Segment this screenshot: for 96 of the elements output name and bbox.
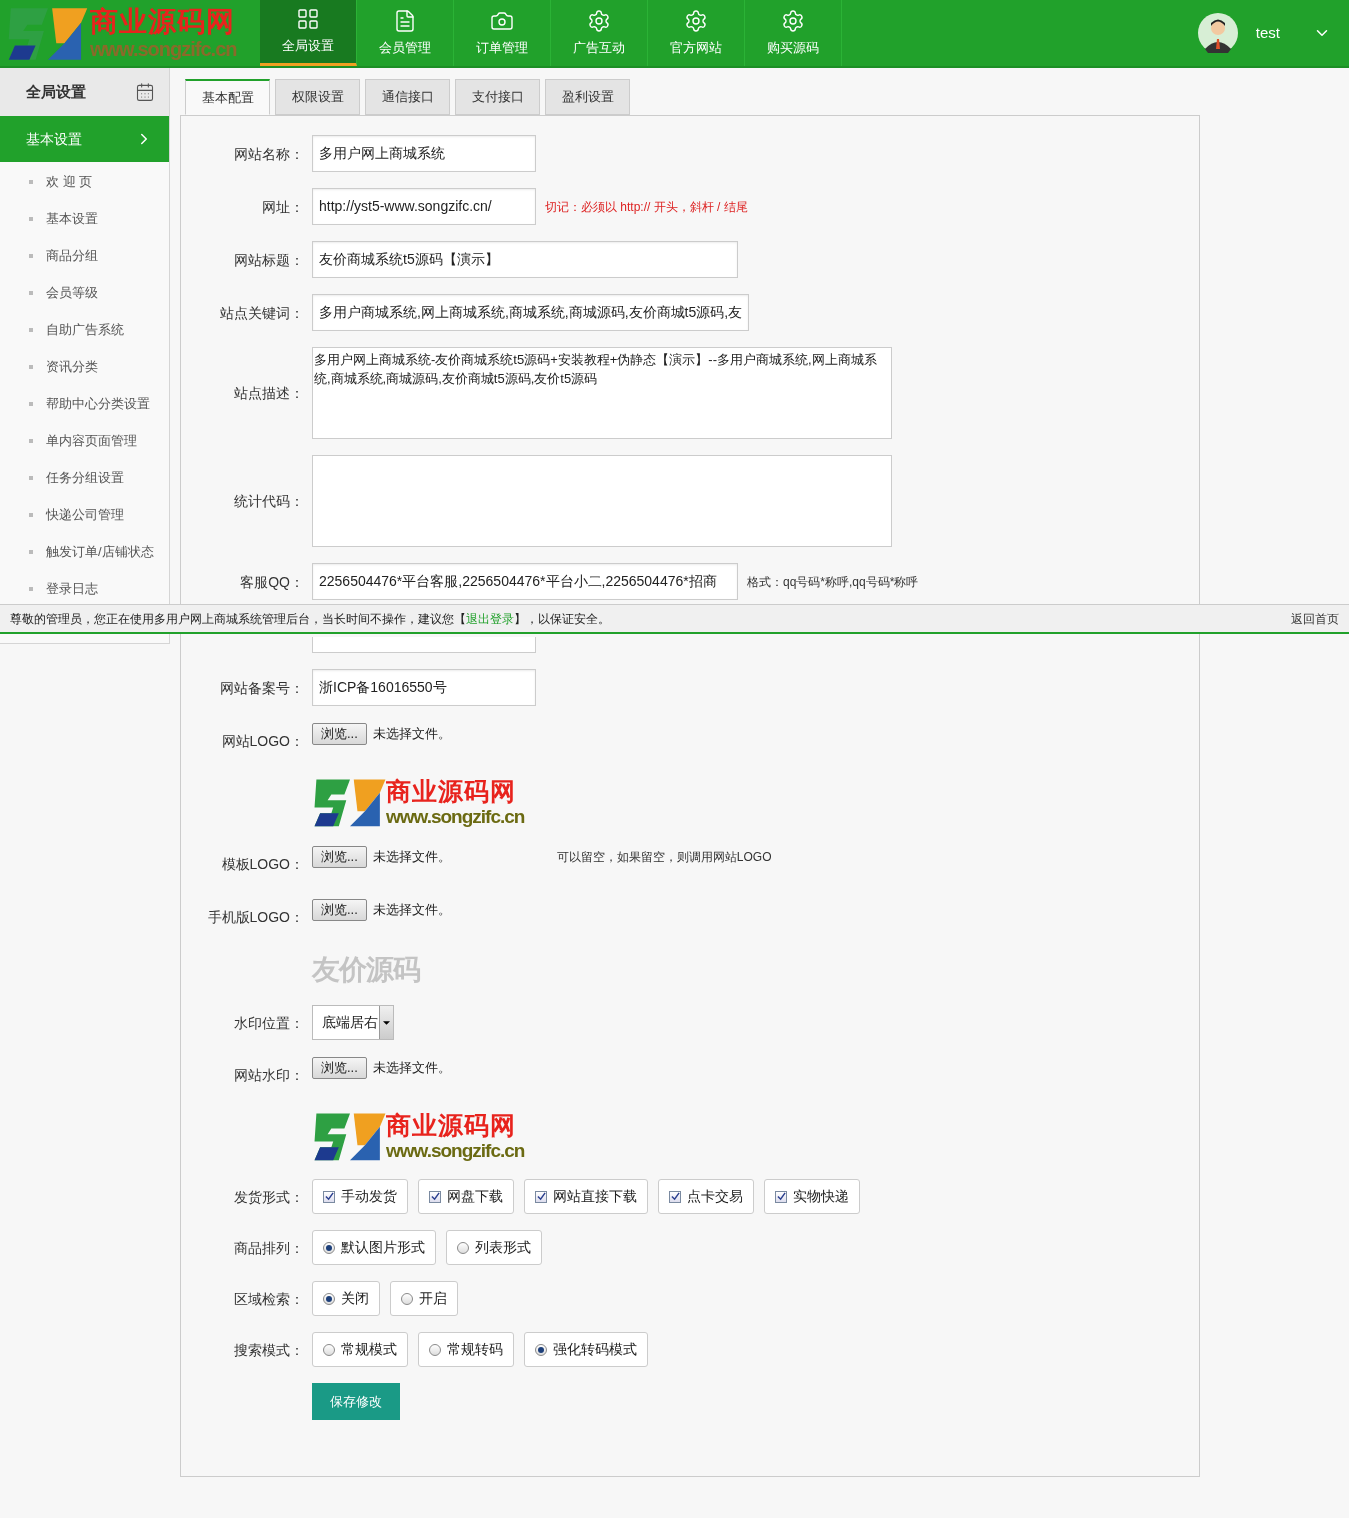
sidebar-item[interactable]: 资讯分类 (46, 356, 98, 377)
logo-url: www.songzifc.cn (386, 1140, 525, 1160)
browse-button[interactable]: 浏览... (312, 723, 367, 745)
tab[interactable]: 基本配置 (185, 79, 270, 115)
nav-icon (781, 8, 805, 33)
file-status: 未选择文件。 (372, 725, 451, 744)
file-status: 未选择文件。 (372, 1059, 451, 1078)
sidebar-item[interactable]: 商品分组 (46, 245, 98, 266)
field-label: 站点关键词： (220, 304, 304, 321)
text-input[interactable]: http://yst5-www.songzifc.cn/ (312, 188, 536, 225)
field-label: 网站标题： (234, 251, 304, 268)
field-label: 发货形式： (234, 1188, 304, 1205)
text-input[interactable]: 友价商城系统t5源码【演示】 (312, 241, 738, 278)
field-label: 站点描述： (234, 385, 304, 401)
logo-url: www.songzifc.cn (386, 806, 525, 826)
radio-button[interactable] (401, 1292, 413, 1305)
sidebar-item[interactable]: 登录日志 (46, 578, 98, 599)
sidebar-item[interactable]: 快递公司管理 (46, 504, 124, 525)
sidebar-item[interactable]: 触发订单/店铺状态 (46, 541, 154, 562)
checkbox-option[interactable]: 手动发货 (312, 1179, 408, 1214)
sidebar-title: 全局设置 (26, 81, 86, 102)
file-status: 未选择文件。 (372, 848, 451, 867)
radio-button[interactable] (323, 1292, 335, 1305)
sidebar-item[interactable]: 会员等级 (46, 282, 98, 303)
browse-button[interactable]: 浏览... (312, 1057, 367, 1079)
browse-button[interactable]: 浏览... (312, 899, 367, 921)
browse-button[interactable]: 浏览... (312, 846, 367, 868)
notice-text: 尊敬的管理员，您正在使用多用户网上商城系统管理后台，当长时间不操作，建议您【退出登录】，以保证安全。 (10, 610, 610, 628)
sidebar-item[interactable]: 自助广告系统 (46, 319, 124, 340)
field-label: 统计代码： (234, 493, 304, 509)
field-label: 商品排列： (234, 1239, 304, 1256)
sidebar-item[interactable]: 基本设置 (46, 208, 98, 229)
home-link[interactable]: 返回首页 (1291, 609, 1339, 628)
field-label: 网站名称： (234, 145, 304, 162)
radio-option[interactable]: 默认图片形式 (312, 1230, 436, 1265)
field-warning: 切记：必须以 http:// 开头，斜杆 / 结尾 (545, 198, 748, 216)
tab[interactable]: 权限设置 (275, 79, 360, 115)
nav-icon (296, 7, 320, 32)
field-label: 水印位置： (234, 1014, 304, 1031)
calendar-icon (135, 82, 155, 102)
text-input[interactable] (312, 637, 536, 653)
nav-icon (684, 8, 708, 33)
checkbox[interactable] (429, 1190, 441, 1203)
checkbox-option[interactable]: 网站直接下载 (524, 1179, 648, 1214)
field-label: 客服QQ： (240, 573, 304, 590)
nav-tab[interactable]: 全局设置 (260, 0, 357, 66)
field-label: 网址： (262, 198, 304, 215)
field-label: 搜索模式： (234, 1341, 304, 1358)
checkbox[interactable] (323, 1190, 335, 1203)
radio-button[interactable] (323, 1343, 335, 1356)
sidebar-item[interactable]: 单内容页面管理 (46, 430, 137, 451)
checkbox[interactable] (535, 1190, 547, 1203)
field-hint: 格式：qq号码*称呼,qq号码*称呼 (747, 573, 919, 591)
checkbox-option[interactable]: 实物快递 (764, 1179, 860, 1214)
field-label: 网站水印： (234, 1066, 304, 1083)
logo-title: 商业源码网 (386, 1112, 517, 1138)
field-label: 网站备案号： (220, 679, 304, 696)
tab[interactable]: 支付接口 (455, 79, 540, 115)
radio-button[interactable] (323, 1241, 335, 1254)
radio-option[interactable]: 关闭 (312, 1281, 380, 1316)
logo-url: www.songzifc.cn (90, 38, 237, 59)
radio-option[interactable]: 常规模式 (312, 1332, 408, 1367)
text-input[interactable]: 浙ICP备16016550号 (312, 669, 536, 706)
nav-icon (587, 8, 611, 33)
text-input[interactable]: 2256504476*平台客服,2256504476*平台小二,2256504476*招商 (312, 563, 738, 600)
avatar-icon (1197, 13, 1238, 53)
field-label: 区域检索： (234, 1290, 304, 1307)
sidebar-item[interactable]: 帮助中心分类设置 (46, 393, 150, 414)
radio-option[interactable]: 常规转码 (418, 1332, 514, 1367)
radio-option[interactable]: 列表形式 (446, 1230, 542, 1265)
caret-icon (383, 1020, 390, 1025)
select-dropdown[interactable]: 底端居右 (312, 1005, 394, 1040)
logo-title: 商业源码网 (90, 7, 236, 36)
field-label: 网站LOGO： (221, 732, 304, 749)
text-input[interactable]: 多用户商城系统,网上商城系统,商城系统,商城源码,友价商城t5源码,友 (312, 294, 750, 331)
radio-button[interactable] (429, 1343, 441, 1356)
file-status: 未选择文件。 (372, 901, 451, 920)
checkbox-option[interactable]: 网盘下载 (418, 1179, 514, 1214)
checkbox[interactable] (775, 1190, 787, 1203)
tab[interactable]: 通信接口 (365, 79, 450, 115)
radio-button[interactable] (457, 1241, 469, 1254)
checkbox-option[interactable]: 点卡交易 (658, 1179, 754, 1214)
radio-option[interactable]: 强化转码模式 (524, 1332, 648, 1367)
tab[interactable]: 盈利设置 (545, 79, 630, 115)
logo-title: 商业源码网 (386, 778, 517, 804)
sidebar-item[interactable]: 欢 迎 页 (46, 171, 93, 192)
text-input[interactable]: 多用户网上商城系统 (312, 135, 536, 172)
text-area[interactable]: 多用户网上商城系统-友价商城系统t5源码+安装教程+伪静态【演示】--多用户商城系统,网上商城系统,商城系统,商城源码,友价商城t5源码,友价t5源码 (312, 347, 892, 439)
field-label: 模板LOGO： (221, 855, 304, 872)
radio-button[interactable] (535, 1343, 547, 1356)
sidebar-item[interactable]: 任务分组设置 (46, 467, 124, 488)
checkbox[interactable] (669, 1190, 681, 1203)
nav-icon (393, 8, 417, 33)
radio-option[interactable]: 开启 (390, 1281, 458, 1316)
field-label: 手机版LOGO： (207, 908, 304, 925)
field-hint: 可以留空，如果留空，则调用网站LOGO (556, 849, 772, 866)
